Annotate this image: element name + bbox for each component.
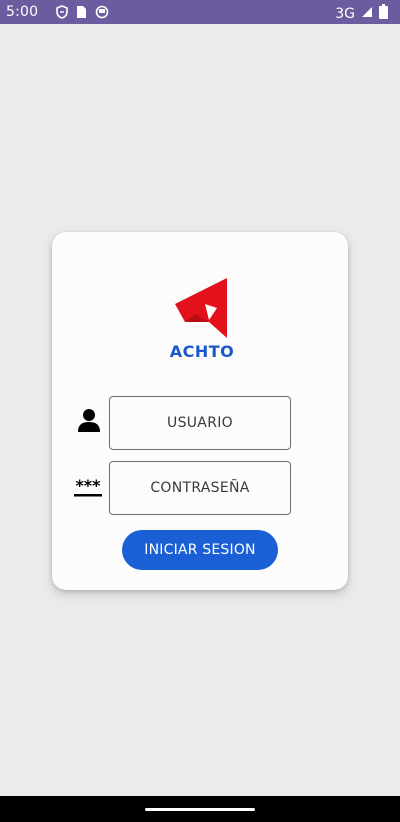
- logo-text: ACHTO: [169, 342, 235, 361]
- password-icon-stars: ***: [75, 476, 101, 495]
- sync-icon: [95, 5, 109, 23]
- user-icon: [74, 406, 104, 436]
- password-field[interactable]: CONTRASEÑA: [109, 461, 291, 515]
- login-button[interactable]: INICIAR SESION: [122, 530, 278, 570]
- navigation-bar: [0, 796, 400, 822]
- battery-icon: [379, 4, 388, 23]
- password-icon: ***: [72, 473, 102, 503]
- status-time: 5:00: [6, 4, 39, 20]
- status-icons-right: 3G: [335, 4, 388, 23]
- login-card: ACHTO USUARIO *** CONTRASEÑA INICIAR SES…: [52, 232, 348, 590]
- username-field[interactable]: USUARIO: [109, 396, 291, 450]
- signal-icon: [361, 6, 373, 22]
- status-bar: 5:00 3G: [0, 0, 400, 24]
- status-icons-left: [56, 5, 109, 23]
- network-type: 3G: [335, 5, 355, 22]
- shield-icon: [56, 5, 68, 23]
- brand-logo: ACHTO: [170, 278, 234, 364]
- logo-mark-icon: [175, 278, 227, 338]
- home-gesture-handle[interactable]: [145, 808, 255, 811]
- sim-card-icon: [76, 5, 87, 23]
